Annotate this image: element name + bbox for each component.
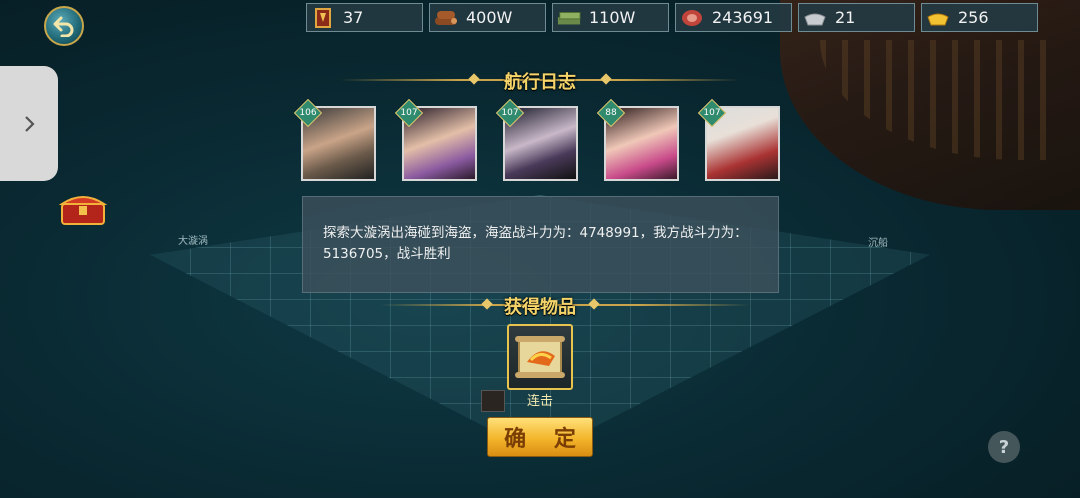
treasure-chest-icon[interactable] [58,190,108,226]
gold-ingot-icon [926,8,950,28]
resource-silver-value: 21 [835,8,856,27]
back-arrow-icon [53,16,74,37]
resource-gold-value: 256 [958,8,989,27]
resource-meat: 243691 [675,3,792,32]
silver-icon [803,8,827,28]
hero-level-badge: 107 [699,100,725,126]
resource-wood: 400W [429,3,546,32]
resource-gold: 256 [921,3,1038,32]
meat-icon [680,8,704,28]
hero-level: 107 [400,108,418,118]
reward-item-slot[interactable] [507,324,573,390]
help-button[interactable]: ? [988,431,1020,463]
resource-meat-value: 243691 [712,8,774,27]
resource-silver: 21 [798,3,915,32]
hero-level-badge: 88 [598,100,624,126]
hero-level-badge: 107 [396,100,422,126]
hero-level: 107 [501,108,519,118]
map-label-wreck: 沉船 [868,238,888,249]
hero-level-badge: 107 [497,100,523,126]
back-button[interactable] [44,6,84,46]
hero-level: 106 [299,108,317,118]
resource-bar: 37 400W 110W 243691 21 256 [306,3,1038,32]
hero-portrait[interactable]: 107 [400,106,477,181]
battle-log-message-box: 探索大漩涡出海碰到海盗，海盗战斗力为：4748991，我方战斗力为：513670… [302,196,779,293]
side-panel-toggle[interactable] [0,66,58,181]
medal-icon [311,7,335,28]
hero-portrait[interactable]: 107 [501,106,578,181]
resource-wood-value: 400W [466,8,513,27]
hero-level: 88 [605,108,617,118]
hero-portraits: 106 107 107 88 107 [299,106,780,181]
cash-icon [557,8,581,28]
resource-medal-value: 37 [343,8,364,27]
hero-level: 107 [703,108,721,118]
battle-log-message: 探索大漩涡出海碰到海盗，海盗战斗力为：4748991，我方战斗力为：513670… [323,225,748,262]
reward-item-name: 连击 [526,394,553,409]
map-label-whirlpool: 大漩涡 [178,236,208,247]
resource-cash: 110W [552,3,669,32]
confirm-button[interactable]: 确 定 [487,417,593,457]
hero-portrait[interactable]: 88 [604,106,679,181]
rewards-title: 获得物品 [504,297,576,318]
resource-cash-value: 110W [589,8,636,27]
hero-portrait[interactable]: 106 [299,106,376,181]
hero-portrait[interactable]: 107 [703,106,780,181]
hero-level-badge: 106 [295,100,321,126]
scroll-icon [515,336,565,378]
chevron-right-icon [25,115,35,132]
wood-icon [434,8,458,28]
resource-medal: 37 [306,3,423,32]
log-title: 航行日志 [504,72,576,93]
